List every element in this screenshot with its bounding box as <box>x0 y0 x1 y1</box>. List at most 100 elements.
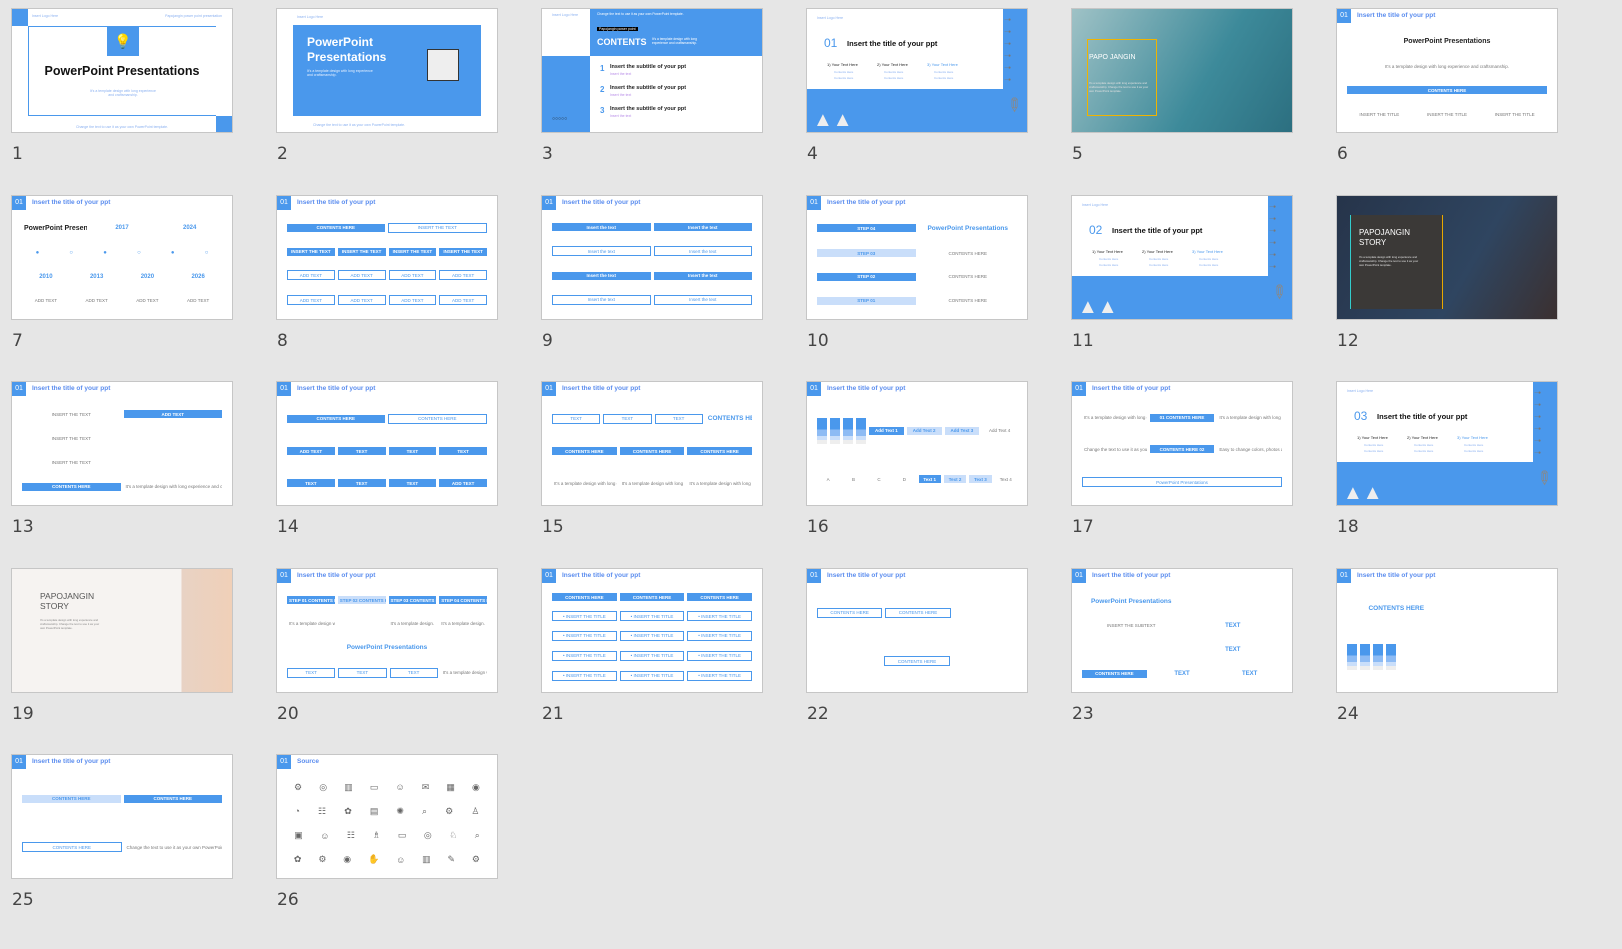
content-cell: It's a template design with long experie… <box>1219 415 1282 421</box>
slide-body: STEP 01 CONTENTS HERESTEP 02 CONTENTS HE… <box>287 589 487 686</box>
slide-thumbnail[interactable]: 01 Insert the title of your ppt CONTENTS H… <box>1336 567 1558 693</box>
slide-thumbnail[interactable]: 01 Insert the title of your ppt CONTENTS H… <box>276 194 498 320</box>
logo-text: Insert Logo Here <box>32 14 59 18</box>
slide-number: 7 <box>12 330 23 351</box>
content-cell: STEP 02 <box>817 272 916 281</box>
content-cell: TEXT <box>338 667 387 678</box>
content-row: Change the text to use it as your own Po… <box>1082 445 1282 454</box>
content-cell <box>1373 644 1383 671</box>
content-cell: TEXT <box>388 447 437 456</box>
content-cell: ▥ <box>344 781 353 792</box>
slide-thumbnail[interactable]: 01 Insert the title of your ppt CONTENTS H… <box>806 567 1028 693</box>
contents-desc: It's a template design with long experie… <box>652 37 697 45</box>
slide-thumbnail[interactable]: Insert Logo Here Papojangin power point p… <box>11 8 233 133</box>
slide-thumbnail[interactable]: 01 Insert the title of your ppt STEP 01 CO… <box>276 567 498 693</box>
content-cell <box>1347 644 1357 671</box>
content-cell: ADD TEXT <box>187 298 210 304</box>
logo-text: Insert Logo Here <box>297 15 324 19</box>
content-cell: ADD TEXT <box>136 298 159 304</box>
content-cell: 2010 <box>39 274 53 281</box>
content-cell: CONTENTS HERE <box>619 593 685 602</box>
content-cell: ⚙ <box>445 805 454 816</box>
slide-thumbnail[interactable]: Insert Logo Here PowerPoint Presentations… <box>276 8 498 133</box>
slide-number: 5 <box>1072 144 1083 164</box>
section-number: 03 <box>1354 409 1368 423</box>
slide-thumbnail[interactable]: Insert Logo Here Change the text to use i… <box>541 8 763 133</box>
column-sub: Contents Here <box>1199 256 1219 261</box>
content-cell <box>1399 656 1547 659</box>
slide-thumbnail[interactable]: 01 Source ⚙ ◎ ▥ ▭ ☺ ✉ ▦ ◉ ◔ ☷ ✿ ▤ ✺ ⌕ ⚙ ♙ ▣ ☺ ☷ ♗ ▭ ◎ ♘ ⌕ ✿ ⚙ ◉ ✋ ☺ ▥ ✎ ⚙ <box>276 754 498 879</box>
ring-binder: ─● ─● ─● ─● ─● ─● <box>1534 390 1541 456</box>
content-cell: CONTENTS HERE <box>884 656 950 667</box>
content-cell: ○ <box>137 249 141 256</box>
slide-number: 16 <box>807 517 829 537</box>
section-number-badge: 01 <box>277 195 291 210</box>
content-cell: INSERT THE TITLE <box>1427 111 1467 117</box>
slide-number: 3 <box>542 144 553 164</box>
slide-thumbnail[interactable]: 01 Insert the title of your ppt It's a tem… <box>1071 381 1293 506</box>
content-cell: TEXT <box>1174 670 1190 677</box>
slide-thumbnail[interactable]: ─● ─● ─● ─● ─● ─● ▲▲ ✎ Insert Logo Here 01 Insert … <box>806 8 1028 133</box>
slide-thumbnail[interactable]: 01 Insert the title of your ppt INSERT THE… <box>11 381 233 506</box>
content-cell <box>338 622 386 625</box>
slide-thumbnail[interactable]: 01 Insert the title of your ppt Insert the… <box>541 194 763 320</box>
column-label: 3) Your Text Here <box>1192 248 1223 254</box>
slide-number: 8 <box>277 330 288 351</box>
contents-title: CONTENTS <box>597 37 647 47</box>
content-row: INSERT THE SUBTEXT TEXT <box>1082 621 1282 630</box>
content-cell: ◉ <box>472 781 480 792</box>
column-sub: Contents Here <box>834 76 854 80</box>
dots-icon: ○○○○○ <box>552 116 568 122</box>
slide-thumbnail[interactable]: 01 Insert the title of your ppt CONTENTS H… <box>276 381 498 506</box>
slide-thumbnail[interactable]: 01 Insert the title of your ppt CONTENTS H… <box>11 754 233 879</box>
content-cell: 2026 <box>191 274 205 281</box>
content-cell: CONTENTS HERE <box>948 274 987 280</box>
content-row: PowerPoint Presentations 2017 2024 <box>22 223 222 233</box>
content-cell: CONTENTS HERE <box>1368 605 1425 613</box>
slide-thumbnail[interactable]: 01 Insert the title of your ppt TEXT TEXT TE… <box>541 381 763 506</box>
slide-thumbnail[interactable]: PAPO JANGIN It's a template design with l… <box>1071 8 1293 133</box>
content-cell: TEXT <box>1225 646 1241 653</box>
logo-text: Insert Logo Here <box>1082 202 1109 207</box>
content-cell: ▭ <box>369 781 379 792</box>
slide-thumbnail[interactable]: 01 Insert the title of your ppt PowerPoint… <box>1071 567 1293 693</box>
content-cell: ▣ <box>294 830 303 841</box>
slide-thumbnail[interactable]: 01 Insert the title of your ppt STEP 04 Pow… <box>806 194 1028 320</box>
section-number-badge: 01 <box>807 568 821 583</box>
content-cell: • INSERT THE TITLE <box>687 611 753 622</box>
content-cell: ⚙ <box>471 854 480 865</box>
slide-body: It's a template design with long experie… <box>1082 402 1282 499</box>
slide-thumbnail[interactable]: 01 Insert the title of your ppt PowerPoint… <box>1336 8 1558 133</box>
content-cell <box>124 437 223 440</box>
slide-thumbnail[interactable]: PAPOJANGIN STORY It's a template design w… <box>11 567 233 693</box>
content-cell: TEXT <box>337 447 386 456</box>
content-cell: It's a template design with long experie… <box>289 620 335 626</box>
slide-thumbnail[interactable]: ─● ─● ─● ─● ─● ─● ▲▲ ✎ Insert Logo Here 02 Insert … <box>1071 194 1293 320</box>
slide-thumbnail[interactable]: ─● ─● ─● ─● ─● ─● ▲▲ ✎ Insert Logo Here 03 Insert … <box>1336 381 1558 506</box>
content-row: ◔ ☷ ✿ ▤ ✺ ⌕ ⚙ ♙ <box>287 804 487 818</box>
content-row: INSERT THE TITLE INSERT THE TITLE INSERT T… <box>1347 110 1547 118</box>
content-cell: Insert the text <box>653 271 752 280</box>
content-cell: INSERT THE TEXT <box>337 247 386 256</box>
slide-number: 24 <box>1337 703 1359 724</box>
column-sub: Contents Here <box>884 70 904 74</box>
content-cell: • INSERT THE TITLE <box>687 650 753 661</box>
content-cell: TEXT <box>389 667 438 678</box>
section-number-badge: 01 <box>277 382 291 396</box>
slide-thumbnail[interactable]: PAPOJANGIN STORY It's a template design w… <box>1336 194 1558 320</box>
item-sub: Insert the text <box>610 72 632 76</box>
content-row: Add Text 1 Add Text 2 Add Text 3 Add Text 4 <box>817 417 1017 444</box>
slide-number: 11 <box>1072 330 1094 351</box>
slide-thumbnail[interactable]: 01 Insert the title of your ppt CONTENTS H… <box>541 567 763 693</box>
column-sub: Contents Here <box>1149 262 1169 267</box>
slide-thumbnail[interactable]: 01 Insert the title of your ppt PowerPoint… <box>11 194 233 320</box>
section-number-badge: 01 <box>542 195 556 210</box>
section-title: Insert the title of your ppt <box>847 39 938 48</box>
content-cell: ⌕ <box>474 830 480 841</box>
content-cell <box>1082 648 1181 651</box>
content-cell: ◔ <box>294 806 300 817</box>
content-cell: Insert the text <box>552 246 651 257</box>
column-sub: Contents Here <box>884 76 904 80</box>
slide-thumbnail[interactable]: 01 Insert the title of your ppt Add Text 1… <box>806 381 1028 506</box>
slide-body: Insert the text Insert the text Insert the… <box>552 216 752 313</box>
